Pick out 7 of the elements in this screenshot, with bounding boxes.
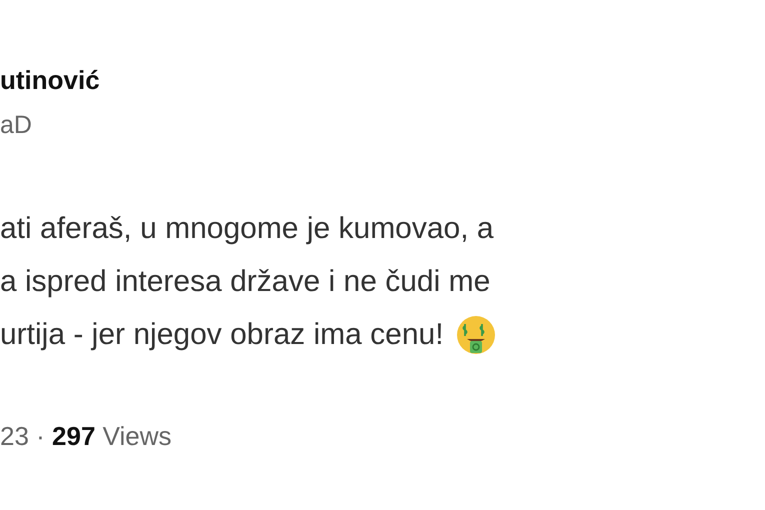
tweet-meta: 23 · 297 Views [0, 420, 172, 453]
tweet-text-line: a ispred interesa države i ne čudi me [0, 264, 490, 300]
author-handle[interactable]: aD [0, 108, 32, 142]
tweet-text-line: ati aferaš, u mnogome je kumovao, a [0, 210, 494, 246]
author-name[interactable]: utinović [0, 62, 100, 98]
money-face-icon [456, 314, 496, 354]
tweet-text-line: urtija - jer njegov obraz ima cenu! [0, 316, 444, 352]
